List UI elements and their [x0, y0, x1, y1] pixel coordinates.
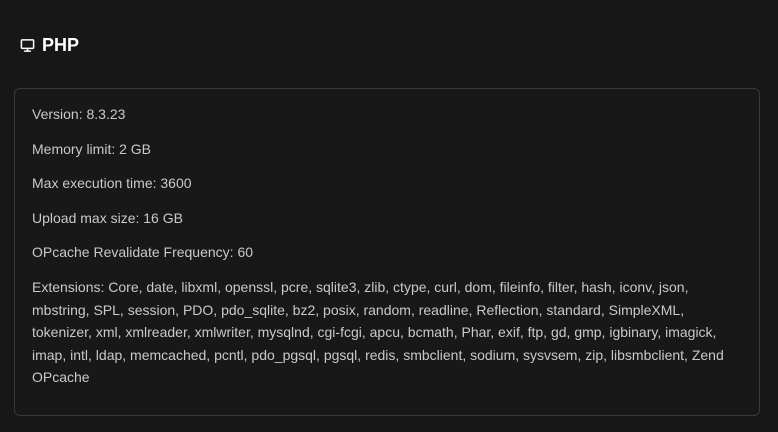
- page-title: PHP: [42, 34, 80, 55]
- upload-max-size: Upload max size: 16 GB: [32, 210, 183, 226]
- max-execution-time: Max execution time: 3600: [32, 175, 192, 191]
- opcache-revalidate-frequency: OPcache Revalidate Frequency: 60: [32, 244, 254, 260]
- section-header: PHP: [19, 33, 79, 57]
- monitor-icon: [19, 37, 36, 54]
- php-info-card: Version: 8.3.23 Memory limit: 2 GB Max e…: [14, 88, 760, 416]
- extensions-list: Extensions: Core, date, libxml, openssl,…: [32, 279, 724, 385]
- memory-limit: Memory limit: 2 GB: [32, 141, 152, 157]
- php-version: Version: 8.3.23: [32, 106, 126, 122]
